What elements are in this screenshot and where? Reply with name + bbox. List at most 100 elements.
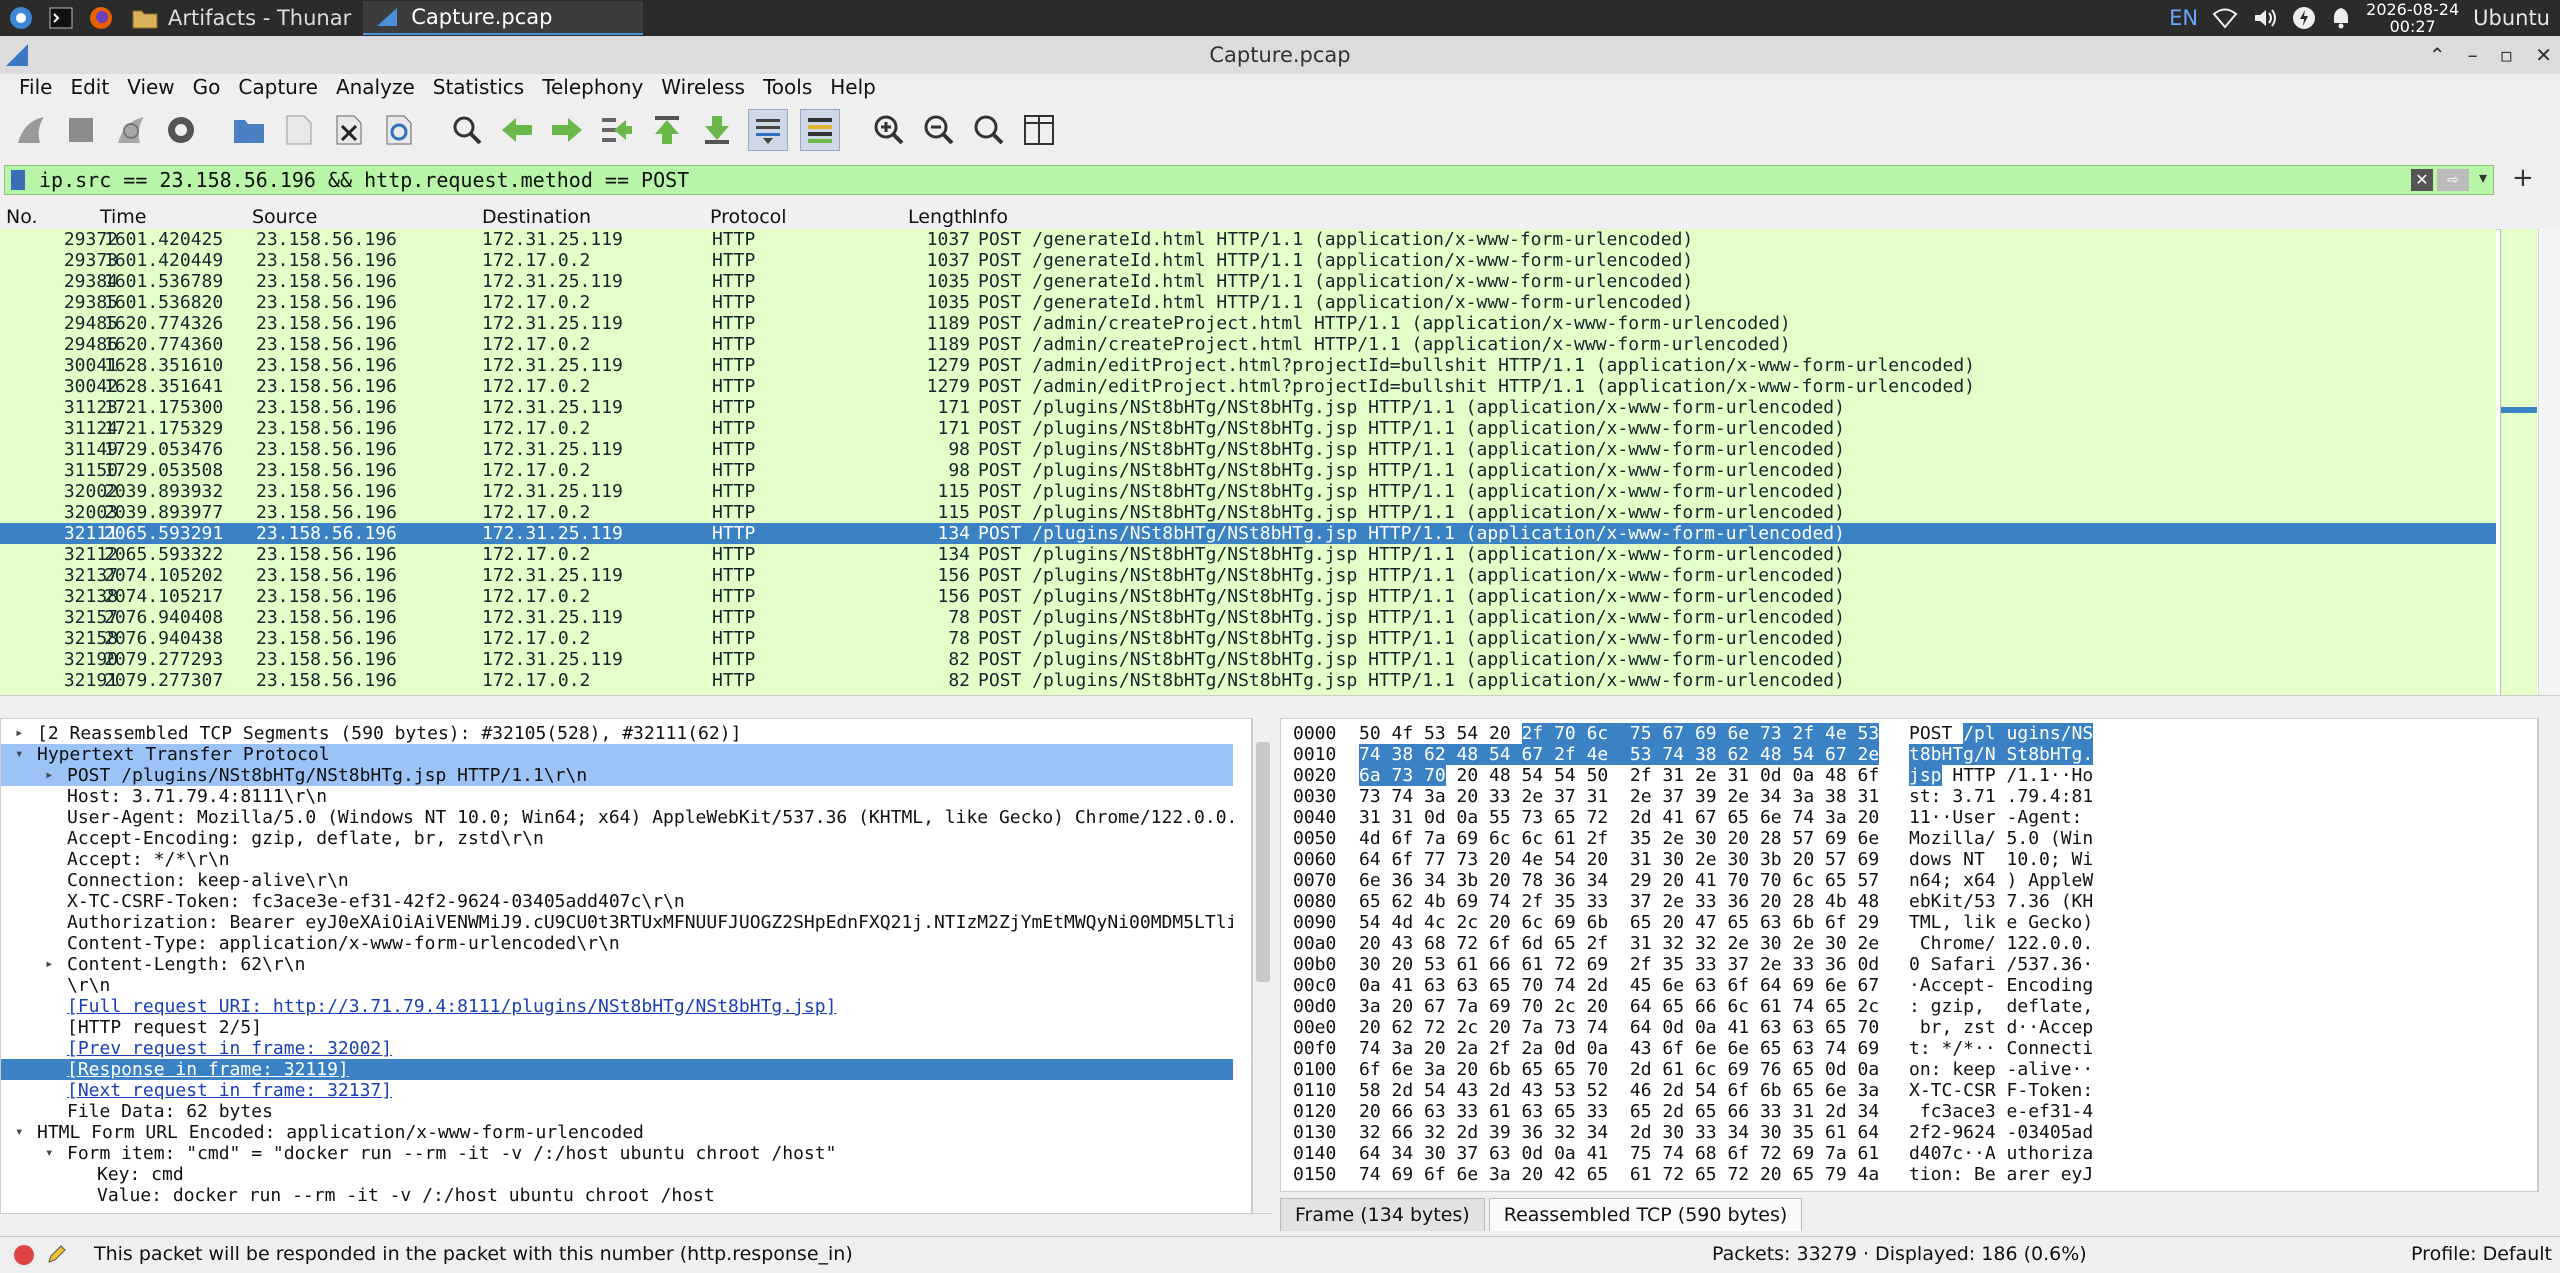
menu-help[interactable]: Help (821, 75, 885, 99)
table-row[interactable]: 32138 2074.105217 23.158.56.196 172.17.0.2 H… (0, 586, 2496, 607)
expert-info-icon[interactable] (14, 1245, 34, 1265)
menu-file[interactable]: File (10, 75, 61, 99)
detail-tree-item[interactable]: Accept-Encoding: gzip, deflate, br, zstd… (1, 828, 1233, 849)
zoom-out-icon[interactable] (920, 110, 958, 150)
terminal-icon[interactable] (46, 3, 76, 33)
detail-tree-item[interactable]: [Next request in frame: 32137] (1, 1080, 1233, 1101)
detail-tree-item[interactable]: ▾ HTML Form URL Encoded: application/x-ww… (1, 1122, 1233, 1143)
edit-comment-icon[interactable] (46, 1243, 68, 1265)
window-maximize-icon[interactable]: ▫ (2500, 36, 2514, 74)
col-no[interactable]: No. (6, 206, 38, 228)
window-minimize-icon[interactable]: – (2468, 36, 2478, 74)
zoom-reset-icon[interactable] (970, 110, 1008, 150)
menu-wireless[interactable]: Wireless (652, 75, 754, 99)
detail-tree-item[interactable]: ▸ POST /plugins/NSt8bHTg/NSt8bHTg.jsp HTT… (1, 765, 1233, 786)
detail-tree-item[interactable]: \r\n (1, 975, 1233, 996)
task-wireshark[interactable]: Capture.pcap (363, 1, 644, 35)
table-row[interactable]: 31149 1729.053476 23.158.56.196 172.31.25.1… (0, 439, 2496, 460)
packet-list-hscrollbar[interactable] (0, 695, 2560, 713)
filter-history-chevron-down-icon[interactable]: ▾ (2479, 168, 2487, 187)
expanded-arrow-icon[interactable]: ▾ (15, 1122, 23, 1143)
col-destination[interactable]: Destination (482, 206, 591, 228)
filter-bookmark-icon[interactable] (11, 170, 25, 190)
detail-tree-item[interactable]: User-Agent: Mozilla/5.0 (Windows NT 10.0… (1, 807, 1233, 828)
go-forward-icon[interactable] (548, 110, 586, 150)
firefox-icon[interactable] (86, 3, 116, 33)
detail-tree-item[interactable]: Connection: keep-alive\r\n (1, 870, 1233, 891)
menu-telephony[interactable]: Telephony (533, 75, 652, 99)
detail-tree-item[interactable]: ▾ Form item: "cmd" = "docker run --rm -it… (1, 1143, 1233, 1164)
reload-file-icon[interactable] (380, 110, 418, 150)
packet-list-scrollbar[interactable] (2538, 229, 2560, 695)
go-to-packet-icon[interactable] (598, 110, 636, 150)
detail-tree-item[interactable]: ▸ Content-Length: 62\r\n (1, 954, 1233, 975)
menu-capture[interactable]: Capture (229, 75, 327, 99)
display-filter-input[interactable]: ip.src == 23.158.56.196 && http.request.… (4, 165, 2494, 195)
volume-icon[interactable] (2252, 7, 2278, 29)
bytes-scrollbar[interactable] (2538, 718, 2560, 1192)
user-name[interactable]: Ubuntu (2473, 6, 2550, 30)
table-row[interactable]: 29485 1620.774326 23.158.56.196 172.31.25.1… (0, 313, 2496, 334)
clock[interactable]: 2026-08-24 00:27 (2366, 1, 2459, 35)
table-row[interactable]: 31150 1729.053508 23.158.56.196 172.17.0.2 H… (0, 460, 2496, 481)
colorize-icon[interactable] (800, 109, 840, 151)
col-length[interactable]: Length (908, 206, 974, 228)
apply-filter-icon[interactable]: ⇨ (2437, 169, 2469, 191)
detail-tree-item[interactable]: Host: 3.71.79.4:8111\r\n (1, 786, 1233, 807)
tab-reassembled-tcp[interactable]: Reassembled TCP (590 bytes) (1488, 1198, 1803, 1231)
table-row[interactable]: 32112 2065.593322 23.158.56.196 172.17.0.2 H… (0, 544, 2496, 565)
expanded-arrow-icon[interactable]: ▾ (15, 744, 23, 765)
zoom-in-icon[interactable] (870, 110, 908, 150)
resize-columns-icon[interactable] (1020, 110, 1058, 150)
clear-filter-icon[interactable]: ✕ (2411, 169, 2433, 191)
task-thunar[interactable]: Artifacts - Thunar (120, 1, 363, 35)
find-packet-icon[interactable] (448, 110, 486, 150)
window-close-icon[interactable]: ✕ (2535, 36, 2552, 74)
start-capture-icon[interactable] (12, 110, 50, 150)
table-row[interactable]: 32157 2076.940408 23.158.56.196 172.31.25.1… (0, 607, 2496, 628)
first-packet-icon[interactable] (648, 110, 686, 150)
profile-indicator[interactable]: Profile: Default (2411, 1243, 2552, 1265)
menu-tools[interactable]: Tools (754, 75, 821, 99)
detail-tree-item[interactable]: ▸ [2 Reassembled TCP Segments (590 bytes)… (1, 723, 1233, 744)
detail-tree-item[interactable]: Content-Type: application/x-www-form-url… (1, 933, 1233, 954)
last-packet-icon[interactable] (698, 110, 736, 150)
detail-tree-item[interactable]: Accept: */*\r\n (1, 849, 1233, 870)
menu-go[interactable]: Go (184, 75, 230, 99)
menu-analyze[interactable]: Analyze (327, 75, 424, 99)
table-row[interactable]: 29373 1601.420449 23.158.56.196 172.17.0.2 H… (0, 250, 2496, 271)
table-row-selected[interactable]: 32111 2065.593291 23.158.56.196 172.31.25.1… (0, 523, 2496, 544)
network-icon[interactable] (2212, 7, 2238, 29)
open-file-icon[interactable] (230, 110, 268, 150)
table-row[interactable]: 32002 2039.893932 23.158.56.196 172.31.25.1… (0, 481, 2496, 502)
table-row[interactable]: 29486 1620.774360 23.158.56.196 172.17.0.2 H… (0, 334, 2496, 355)
detail-tree-item[interactable]: ▾ Hypertext Transfer Protocol (1, 744, 1233, 765)
menu-statistics[interactable]: Statistics (424, 75, 533, 99)
menu-view[interactable]: View (118, 75, 183, 99)
go-back-icon[interactable] (498, 110, 536, 150)
table-row[interactable]: 29372 1601.420425 23.158.56.196 172.31.25.1… (0, 229, 2496, 250)
table-row[interactable]: 30042 1628.351641 23.158.56.196 172.17.0.2 H… (0, 376, 2496, 397)
tab-frame-bytes[interactable]: Frame (134 bytes) (1280, 1198, 1485, 1231)
table-row[interactable]: 31124 1721.175329 23.158.56.196 172.17.0.2 H… (0, 418, 2496, 439)
detail-tree-item[interactable]: File Data: 62 bytes (1, 1101, 1233, 1122)
notification-bell-icon[interactable] (2330, 6, 2352, 30)
detail-tree-item[interactable]: Value: docker run --rm -it -v /:/host ub… (1, 1185, 1233, 1206)
col-time[interactable]: Time (100, 206, 147, 228)
app-menu-icon[interactable] (6, 3, 36, 33)
menu-edit[interactable]: Edit (61, 75, 118, 99)
add-filter-button[interactable]: + (2512, 163, 2534, 193)
table-row[interactable]: 32158 2076.940438 23.158.56.196 172.17.0.2 H… (0, 628, 2496, 649)
col-source[interactable]: Source (252, 206, 317, 228)
col-info[interactable]: Info (972, 206, 1008, 228)
restart-capture-icon[interactable] (112, 110, 150, 150)
detail-tree-item[interactable]: Authorization: Bearer eyJ0eXAiOiAiVENWMi… (1, 912, 1233, 933)
autoscroll-icon[interactable] (748, 109, 788, 151)
collapsed-arrow-icon[interactable]: ▸ (45, 765, 53, 786)
table-row[interactable]: 29384 1601.536789 23.158.56.196 172.31.25.1… (0, 271, 2496, 292)
table-row[interactable]: 32190 2079.277293 23.158.56.196 172.31.25.1… (0, 649, 2496, 670)
details-hscrollbar[interactable] (0, 1213, 1272, 1231)
detail-tree-item[interactable]: [Full request URI: http://3.71.79.4:8111… (1, 996, 1233, 1017)
power-icon[interactable] (2292, 6, 2316, 30)
keyboard-layout[interactable]: EN (2169, 6, 2198, 30)
